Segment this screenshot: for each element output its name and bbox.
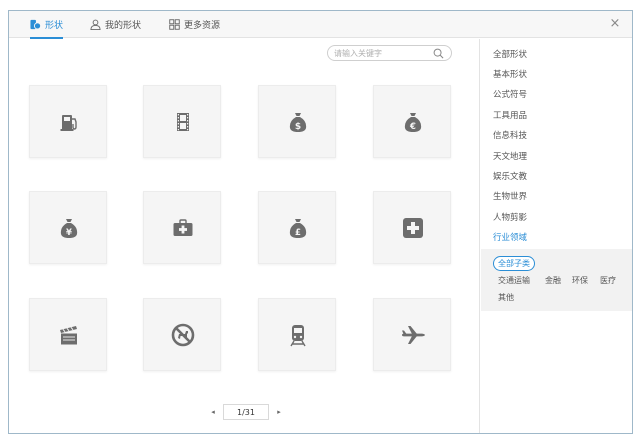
tab-my-shapes[interactable]: 我的形状 — [90, 11, 141, 38]
shape-tile[interactable]: £ — [258, 191, 336, 264]
shape-tile[interactable] — [373, 191, 451, 264]
prev-page-button[interactable]: ◂ — [209, 405, 217, 419]
category-item[interactable]: 人物剪影 — [493, 211, 527, 223]
shape-tile[interactable] — [29, 85, 107, 158]
category-item-industry[interactable]: 行业领域 — [493, 231, 527, 243]
shape-tile[interactable] — [258, 298, 336, 371]
search-box — [327, 45, 452, 61]
tab-shapes[interactable]: 形状 — [30, 11, 64, 39]
category-item[interactable]: 信息科技 — [493, 129, 527, 141]
first-aid-kit-icon — [173, 219, 193, 236]
shape-tile[interactable] — [373, 298, 451, 371]
category-item[interactable]: 天文地理 — [493, 150, 527, 162]
category-item[interactable]: 基本形状 — [493, 68, 527, 80]
yen-bag-icon: ¥ — [60, 219, 78, 238]
no-dogs-icon — [171, 323, 195, 347]
shape-gallery: $ € ¥ — [9, 39, 479, 433]
tab-label: 我的形状 — [105, 21, 142, 31]
page-indicator[interactable]: 1/31 — [223, 404, 269, 420]
category-item[interactable]: 生物世界 — [493, 190, 527, 202]
euro-bag-icon: € — [404, 113, 422, 132]
tab-label: 形状 — [45, 21, 64, 31]
grid-icon — [169, 19, 180, 30]
dollar-bag-icon: $ — [289, 113, 307, 132]
subcategory-item[interactable]: 医疗 — [600, 275, 616, 286]
svg-text:£: £ — [295, 228, 301, 238]
close-icon[interactable]: × — [608, 16, 622, 32]
pound-bag-icon: £ — [289, 219, 307, 238]
airplane-icon — [402, 326, 425, 344]
svg-text:€: € — [409, 122, 416, 132]
shape-dialog: 形状 我的形状 更多资源 × 请输入关键字 $ € ¥ £ ◂ 1/31 ▸ 全… — [8, 10, 633, 434]
fuel-pump-icon — [60, 115, 77, 131]
clapperboard-icon — [60, 326, 77, 345]
category-sidebar: 全部形状 基本形状 公式符号 工具用品 信息科技 天文地理 娱乐文教 生物世界 … — [479, 39, 632, 433]
svg-text:$: $ — [295, 122, 301, 132]
shape-tile[interactable] — [143, 191, 221, 264]
shape-tile[interactable]: $ — [258, 85, 336, 158]
shapes-icon — [30, 19, 41, 30]
subcategory-item[interactable]: 环保 — [572, 275, 588, 286]
subcategory-panel: 全部子类 交通运输 金融 环保 医疗 其他 — [481, 249, 632, 311]
tab-label: 更多资源 — [184, 21, 221, 31]
search-icon[interactable] — [433, 48, 444, 59]
pagination: ◂ 1/31 ▸ — [209, 404, 283, 420]
category-item[interactable]: 娱乐文教 — [493, 170, 527, 182]
next-page-button[interactable]: ▸ — [275, 405, 283, 419]
dialog-header: 形状 我的形状 更多资源 × — [9, 11, 632, 39]
tab-more-resources[interactable]: 更多资源 — [169, 11, 220, 38]
category-item[interactable]: 公式符号 — [493, 88, 527, 100]
user-icon — [90, 19, 101, 30]
shape-tile[interactable] — [143, 298, 221, 371]
svg-text:¥: ¥ — [66, 228, 72, 238]
film-strip-icon — [177, 113, 189, 131]
subcategory-all[interactable]: 全部子类 — [493, 256, 535, 271]
category-item[interactable]: 全部形状 — [493, 48, 527, 60]
shape-tile[interactable]: € — [373, 85, 451, 158]
subcategory-item[interactable]: 金融 — [545, 275, 561, 286]
train-icon — [290, 325, 306, 347]
shape-tile[interactable] — [143, 85, 221, 158]
subcategory-item[interactable]: 交通运输 — [498, 275, 530, 286]
medical-cross-icon — [403, 218, 423, 238]
search-input[interactable] — [334, 47, 432, 59]
shape-tile[interactable]: ¥ — [29, 191, 107, 264]
shape-tile[interactable] — [29, 298, 107, 371]
category-item[interactable]: 工具用品 — [493, 109, 527, 121]
subcategory-item[interactable]: 其他 — [498, 292, 514, 303]
